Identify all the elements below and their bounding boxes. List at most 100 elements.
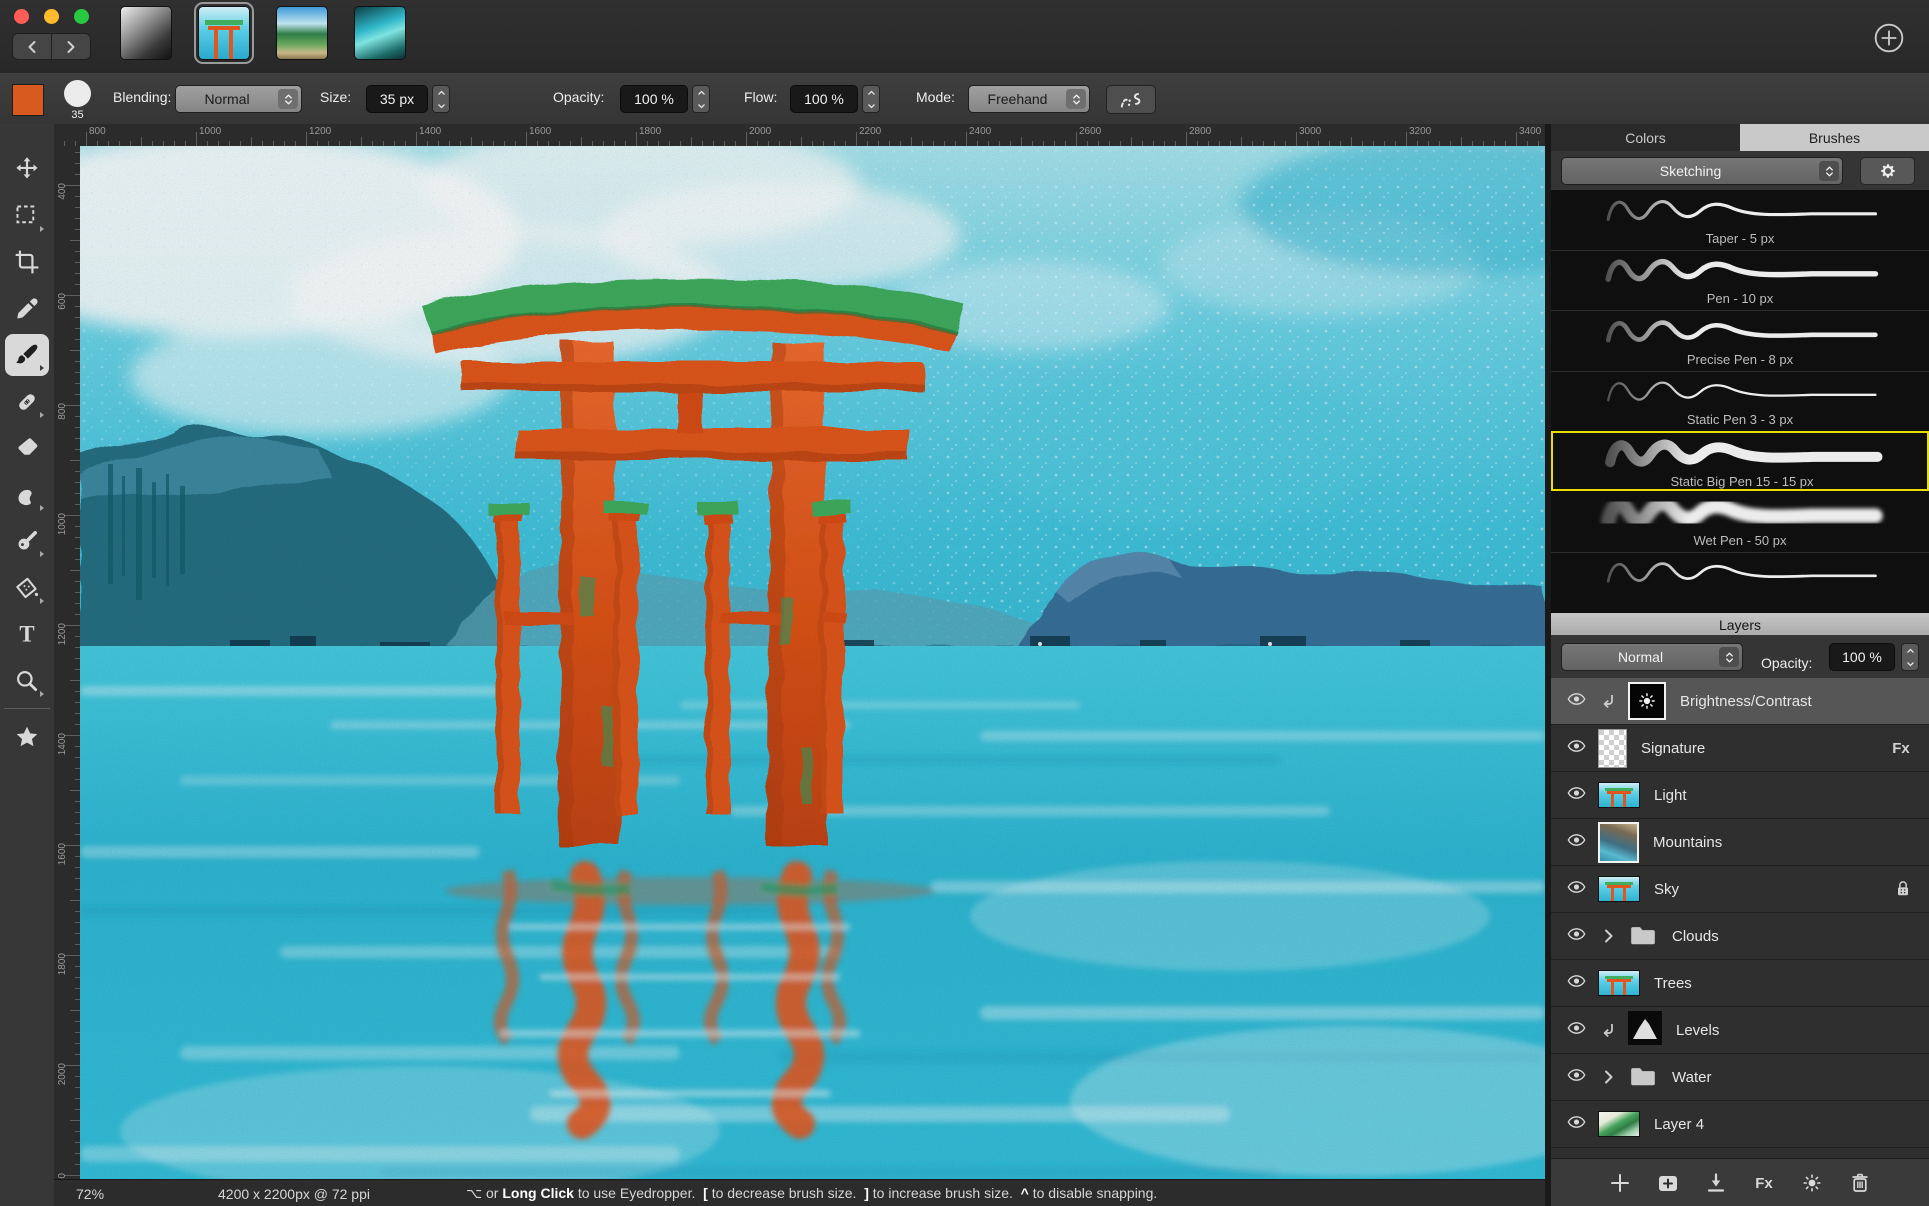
flood-fill-icon bbox=[14, 575, 40, 601]
paint-brush-tool[interactable] bbox=[5, 334, 49, 376]
brush-settings-button[interactable] bbox=[1860, 157, 1915, 185]
close-button[interactable] bbox=[14, 9, 29, 24]
favorites-tool[interactable] bbox=[5, 716, 49, 758]
brush-category-dropdown[interactable]: Sketching bbox=[1561, 157, 1843, 185]
canvas[interactable] bbox=[80, 146, 1545, 1179]
layer-row-sky[interactable]: Sky bbox=[1551, 866, 1929, 913]
flow-stepper[interactable] bbox=[862, 85, 880, 113]
layer-thumbnail bbox=[1628, 682, 1666, 720]
blending-dropdown[interactable]: Normal bbox=[175, 85, 302, 113]
clone-stamp-tool[interactable] bbox=[5, 520, 49, 562]
visibility-eye-icon[interactable] bbox=[1563, 1065, 1590, 1090]
histogram-thumbnail bbox=[1628, 1011, 1662, 1050]
visibility-eye-icon[interactable] bbox=[1563, 736, 1590, 761]
visibility-eye-icon[interactable] bbox=[1563, 877, 1590, 902]
color-picker-tool[interactable] bbox=[5, 288, 49, 330]
expand-chevron-icon[interactable] bbox=[1596, 927, 1620, 945]
hint-text: to disable snapping. bbox=[1029, 1185, 1157, 1201]
layer-row-trees[interactable]: Trees bbox=[1551, 960, 1929, 1007]
layer-thumbnail bbox=[1598, 782, 1640, 808]
new-pixel-layer-button[interactable] bbox=[1655, 1170, 1681, 1196]
mode-dropdown[interactable]: Freehand bbox=[968, 85, 1090, 113]
layer-effects-button[interactable]: Fx bbox=[1751, 1170, 1777, 1196]
brush-label: Wet Pen - 50 px bbox=[1551, 533, 1929, 548]
marquee-tool[interactable] bbox=[5, 195, 49, 237]
brush-item[interactable]: Static Pen 3 - 3 px bbox=[1551, 371, 1929, 432]
adjustment-button[interactable] bbox=[1799, 1170, 1825, 1196]
document-tab-waterfall[interactable] bbox=[354, 6, 406, 60]
nav-back-button[interactable] bbox=[12, 33, 52, 60]
size-stepper[interactable] bbox=[432, 85, 450, 113]
flyout-arrow-icon bbox=[40, 505, 44, 511]
document-tab-coastal-landscape[interactable] bbox=[276, 6, 328, 60]
add-layer-button[interactable] bbox=[1607, 1170, 1633, 1196]
smudge-tool[interactable] bbox=[5, 474, 49, 516]
document-tab-grayscale-portrait[interactable] bbox=[120, 6, 172, 60]
delete-layer-button[interactable] bbox=[1847, 1170, 1873, 1196]
brush-item[interactable]: Taper - 5 px bbox=[1551, 190, 1929, 251]
visibility-eye-icon[interactable] bbox=[1563, 830, 1590, 855]
crop-tool[interactable] bbox=[5, 241, 49, 283]
blend-mode-dropdown[interactable]: Normal bbox=[1561, 643, 1743, 671]
zoom-tool[interactable] bbox=[5, 660, 49, 702]
layer-row-mountains[interactable]: Mountains bbox=[1551, 819, 1929, 866]
stabilizer-button[interactable] bbox=[1106, 85, 1156, 114]
merge-down-button[interactable] bbox=[1703, 1170, 1729, 1196]
nav-forward-button[interactable] bbox=[51, 33, 91, 60]
color-swatch[interactable] bbox=[12, 84, 44, 116]
chevron-left-icon bbox=[26, 40, 38, 54]
hint-key: Long Click bbox=[502, 1185, 574, 1201]
ruler-tick bbox=[1351, 137, 1352, 146]
layer-row-levels[interactable]: Levels bbox=[1551, 1007, 1929, 1054]
layer-row-partial[interactable] bbox=[1551, 1148, 1929, 1158]
new-document-button[interactable] bbox=[1873, 22, 1905, 54]
visibility-eye-icon[interactable] bbox=[1563, 924, 1590, 949]
clone-stamp-icon bbox=[14, 528, 40, 554]
tab-colors[interactable]: Colors bbox=[1551, 124, 1740, 152]
flood-fill-tool[interactable] bbox=[5, 567, 49, 609]
layer-row-water[interactable]: Water bbox=[1551, 1054, 1929, 1101]
layer-opacity-input[interactable]: 100 % bbox=[1829, 643, 1895, 671]
move-tool[interactable] bbox=[5, 148, 49, 190]
brush-stroke-preview bbox=[1579, 494, 1901, 534]
ruler-tick bbox=[196, 132, 197, 146]
brush-item[interactable]: Pen - 10 px bbox=[1551, 250, 1929, 311]
brush-item[interactable]: Precise Pen - 8 px bbox=[1551, 311, 1929, 372]
text-tool[interactable]: T bbox=[5, 613, 49, 655]
minimize-button[interactable] bbox=[44, 9, 59, 24]
maximize-button[interactable] bbox=[74, 9, 89, 24]
size-input[interactable]: 35 px bbox=[366, 85, 428, 113]
layer-row-signature[interactable]: SignatureFx bbox=[1551, 725, 1929, 772]
brush-item-selected[interactable]: Static Big Pen 15 - 15 px bbox=[1551, 431, 1929, 491]
expand-chevron-icon[interactable] bbox=[1596, 1068, 1620, 1086]
tab-brushes-label: Brushes bbox=[1809, 130, 1860, 146]
ruler-label: 2000 bbox=[749, 126, 771, 137]
visibility-eye-icon[interactable] bbox=[1563, 1018, 1590, 1043]
tab-brushes[interactable]: Brushes bbox=[1740, 124, 1929, 152]
visibility-eye-icon[interactable] bbox=[1563, 689, 1590, 714]
layer-effects-badge: Fx bbox=[1889, 736, 1913, 760]
layer-row-light[interactable]: Light bbox=[1551, 772, 1929, 819]
ruler-tick bbox=[70, 790, 80, 791]
tools-panel: T bbox=[0, 124, 55, 1206]
visibility-eye-icon[interactable] bbox=[1563, 783, 1590, 808]
layer-row-brightness-contrast[interactable]: Brightness/Contrast bbox=[1551, 678, 1929, 725]
updown-chevron-icon bbox=[1819, 161, 1839, 181]
ruler-tick bbox=[1296, 132, 1297, 146]
brush-item[interactable] bbox=[1551, 552, 1929, 612]
layer-opacity-stepper[interactable] bbox=[1901, 643, 1919, 671]
visibility-eye-icon[interactable] bbox=[1563, 971, 1590, 996]
coastal-landscape-thumbnail bbox=[277, 7, 327, 59]
eraser-tool[interactable] bbox=[5, 427, 49, 469]
visibility-eye-icon[interactable] bbox=[1563, 1112, 1590, 1137]
flow-input[interactable]: 100 % bbox=[790, 85, 858, 113]
ruler-tick bbox=[70, 240, 80, 241]
document-tab-torii-painting[interactable] bbox=[198, 6, 250, 60]
brush-item[interactable]: Wet Pen - 50 px bbox=[1551, 492, 1929, 553]
opacity-input[interactable]: 100 % bbox=[620, 85, 688, 113]
opacity-stepper[interactable] bbox=[692, 85, 710, 113]
adjustment-icon bbox=[1800, 1171, 1824, 1195]
layer-row-clouds[interactable]: Clouds bbox=[1551, 913, 1929, 960]
layer-row-layer-4[interactable]: Layer 4 bbox=[1551, 1101, 1929, 1148]
healing-brush-tool[interactable] bbox=[5, 381, 49, 423]
